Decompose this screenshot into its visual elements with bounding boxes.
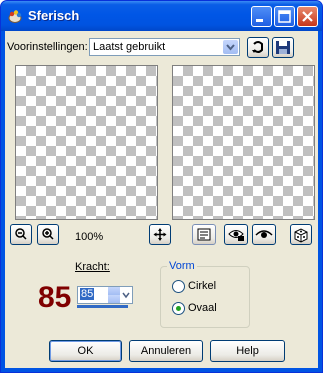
oval-label[interactable]: Ovaal	[188, 302, 217, 314]
save-preset-button[interactable]	[272, 37, 294, 58]
result-preview[interactable]	[172, 65, 315, 220]
zoom-in-icon	[42, 228, 54, 240]
strength-label: Kracht:	[75, 261, 110, 273]
lock-eye-icon	[228, 230, 244, 241]
spin-down-icon[interactable]	[108, 295, 120, 303]
shape-group	[160, 266, 250, 328]
zoom-in-button[interactable]	[37, 224, 59, 245]
pan-button[interactable]	[149, 224, 171, 245]
zoom-out-button[interactable]	[10, 224, 32, 245]
title-bar[interactable]: Sferisch	[1, 1, 322, 31]
presets-dropdown[interactable]: Laatst gebruikt	[89, 38, 240, 56]
window-title: Sferisch	[28, 8, 80, 23]
preview-eye-button[interactable]	[252, 224, 276, 245]
help-button[interactable]: Help	[210, 340, 285, 362]
reset-icon	[252, 41, 263, 53]
preview-toggle-icon	[197, 228, 211, 241]
dialog-window: Sferisch Voorinstellingen: Laatst gebrui…	[0, 0, 323, 373]
spin-up-icon[interactable]	[108, 287, 120, 295]
reset-preset-button[interactable]	[247, 37, 269, 58]
circle-radio[interactable]	[172, 280, 185, 293]
proof-toggle-button[interactable]	[192, 224, 216, 245]
chevron-down-icon[interactable]	[223, 40, 238, 54]
presets-label: Voorinstellingen:	[7, 41, 88, 53]
eye-icon	[255, 230, 273, 238]
move-icon	[153, 228, 167, 241]
circle-label[interactable]: Cirkel	[188, 280, 216, 292]
close-icon	[302, 11, 313, 22]
randomize-button[interactable]	[290, 224, 312, 245]
dialog-body: Voorinstellingen: Laatst gebruikt 100% K…	[5, 31, 318, 368]
close-button[interactable]	[297, 6, 318, 27]
ok-button[interactable]: OK	[49, 340, 122, 362]
strength-field[interactable]: 85	[77, 286, 133, 304]
source-preview[interactable]	[15, 65, 158, 220]
save-icon	[276, 41, 290, 54]
dice-icon	[294, 228, 308, 243]
presets-value: Laatst gebruikt	[93, 41, 166, 53]
app-icon	[8, 10, 22, 23]
minimize-icon	[256, 19, 263, 22]
maximize-button[interactable]	[274, 6, 295, 27]
oval-radio[interactable]	[172, 302, 185, 315]
strength-big-value: 85	[38, 281, 72, 314]
strength-slider[interactable]	[77, 305, 128, 308]
cancel-button[interactable]: Annuleren	[129, 340, 203, 362]
zoom-out-icon	[15, 228, 27, 240]
auto-proof-button[interactable]	[224, 224, 248, 245]
minimize-button[interactable]	[251, 6, 272, 27]
zoom-level: 100%	[75, 231, 104, 243]
shape-group-title: Vorm	[167, 260, 197, 272]
chevron-down-icon[interactable]	[121, 288, 131, 302]
maximize-icon	[278, 10, 291, 23]
strength-value: 85	[80, 288, 95, 300]
